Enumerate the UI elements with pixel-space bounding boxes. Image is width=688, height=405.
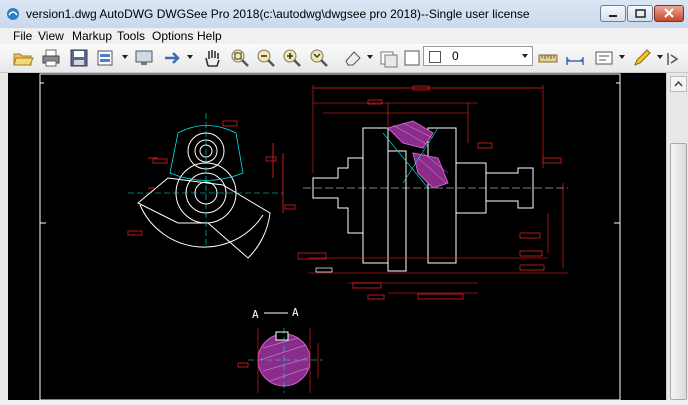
chevron-up-icon: [674, 80, 683, 87]
arrow-icon[interactable]: [162, 47, 184, 69]
section-label-left: A: [252, 308, 259, 321]
close-button[interactable]: [654, 5, 684, 22]
pan-hand-icon[interactable]: [202, 47, 224, 69]
minimize-button[interactable]: [600, 5, 626, 22]
print-icon[interactable]: [40, 47, 62, 69]
layer-select[interactable]: 0: [423, 46, 533, 66]
chevron-down-icon[interactable]: [522, 54, 528, 58]
text-dropdown-arrow[interactable]: [619, 55, 625, 59]
minimize-icon: [609, 15, 617, 17]
toolbar-more-icon[interactable]: [664, 47, 686, 69]
drawing-canvas[interactable]: A A: [8, 73, 666, 401]
maximize-button[interactable]: [627, 5, 653, 22]
close-icon: [664, 8, 674, 18]
scroll-thumb[interactable]: [670, 143, 687, 400]
open-folder-icon[interactable]: [12, 47, 34, 69]
menu-file[interactable]: File: [13, 29, 32, 43]
arrow-dropdown-arrow[interactable]: [187, 55, 193, 59]
vertical-scrollbar[interactable]: [666, 73, 688, 400]
zoom-extents-icon[interactable]: [308, 47, 330, 69]
section-a-a: A A: [237, 306, 323, 393]
menu-view[interactable]: View: [38, 29, 64, 43]
print-preview-icon[interactable]: [95, 47, 117, 69]
pen-dropdown-arrow[interactable]: [657, 55, 663, 59]
zoom-out-icon[interactable]: [255, 47, 277, 69]
color-swatch-icon[interactable]: [401, 47, 423, 69]
window-title: version1.dwg AutoDWG DWGSee Pro 2018(c:\…: [26, 7, 530, 21]
canvas-left-margin: [0, 73, 8, 400]
print-dropdown-arrow[interactable]: [122, 55, 128, 59]
text-icon[interactable]: [593, 47, 615, 69]
menu-markup[interactable]: Markup: [72, 29, 112, 43]
dimension-icon[interactable]: [564, 47, 586, 69]
measure-icon[interactable]: [537, 47, 559, 69]
menu-bar: File View Markup Tools Options Help: [0, 28, 688, 44]
eraser-dropdown-arrow[interactable]: [367, 55, 373, 59]
layers-icon[interactable]: [378, 47, 400, 69]
zoom-in-icon[interactable]: [281, 47, 303, 69]
crank-side-view: [127, 113, 296, 259]
scroll-up-button[interactable]: [670, 76, 687, 92]
toolbar: [0, 44, 688, 73]
maximize-icon: [635, 9, 646, 18]
layer-checkbox[interactable]: [429, 51, 441, 63]
title-bar: version1.dwg AutoDWG DWGSee Pro 2018(c:\…: [0, 0, 688, 29]
menu-tools[interactable]: Tools: [117, 29, 145, 43]
layer-value: 0: [452, 49, 459, 63]
eraser-icon[interactable]: [342, 47, 364, 69]
hatched-section: [387, 120, 449, 189]
monitor-icon[interactable]: [133, 47, 155, 69]
save-icon[interactable]: [68, 47, 90, 69]
menu-help[interactable]: Help: [197, 29, 222, 43]
cad-drawing[interactable]: A A: [8, 73, 666, 401]
app-logo-icon: [7, 8, 19, 20]
pen-icon[interactable]: [631, 47, 653, 69]
menu-options[interactable]: Options: [152, 29, 193, 43]
zoom-window-icon[interactable]: [229, 47, 251, 69]
crankshaft-front-view: [297, 85, 568, 300]
section-label-right: A: [292, 306, 299, 319]
